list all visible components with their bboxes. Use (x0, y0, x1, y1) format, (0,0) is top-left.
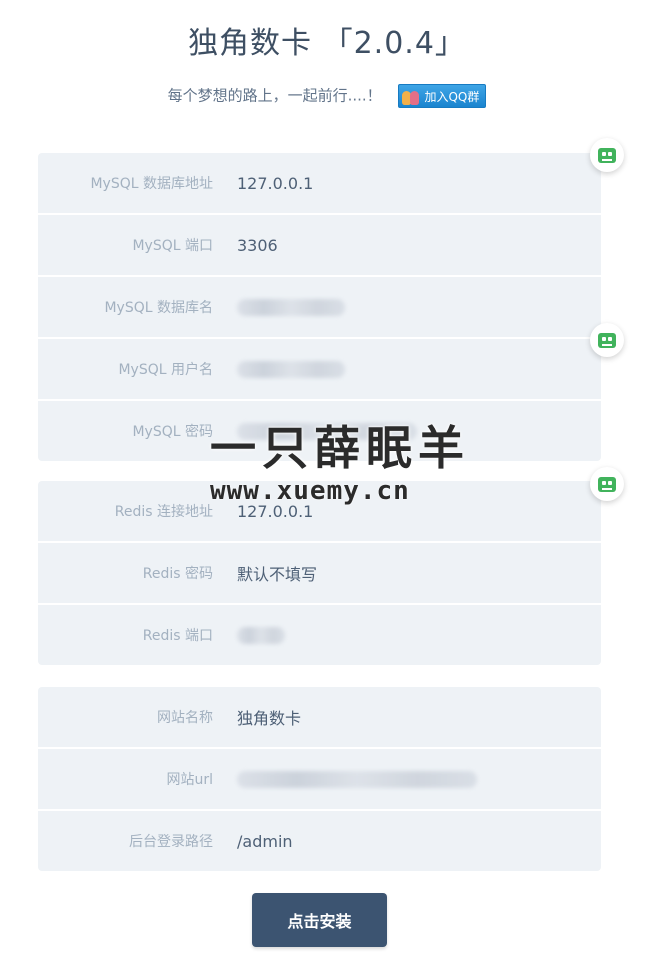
field-label: 网站url (166, 772, 213, 788)
join-qq-group-button[interactable]: 加入QQ群 (398, 84, 487, 108)
field-label: MySQL 密码 (132, 424, 213, 440)
field-label: MySQL 用户名 (118, 362, 213, 378)
mysql-port-input[interactable]: 3306 (237, 236, 278, 255)
redis-port-input[interactable] (237, 626, 285, 644)
robot-face-icon[interactable] (590, 467, 624, 501)
mysql-password-input[interactable] (237, 422, 417, 440)
form-row-site-name: 网站名称 独角数卡 (38, 687, 601, 749)
qq-group-icon (402, 88, 420, 105)
field-label: Redis 连接地址 (114, 504, 213, 520)
site-name-input[interactable]: 独角数卡 (237, 705, 301, 729)
form-row-site-url: 网站url (38, 749, 601, 811)
site-url-input[interactable] (237, 770, 477, 788)
field-label: MySQL 端口 (132, 238, 213, 254)
mysql-config-card: MySQL 数据库地址 127.0.0.1 MySQL 端口 3306 MySQ… (38, 153, 601, 461)
redis-host-input[interactable]: 127.0.0.1 (237, 502, 313, 521)
subtitle-text: 每个梦想的路上，一起前行....！ (167, 86, 382, 105)
page-title: 独角数卡 「2.0.4」 (188, 26, 466, 61)
qq-badge-label: 加入QQ群 (424, 89, 480, 104)
form-row-mysql-password: MySQL 密码 (38, 401, 601, 461)
form-row-redis-password: Redis 密码 默认不填写 (38, 543, 601, 605)
mysql-username-input[interactable] (237, 360, 345, 378)
mysql-database-input[interactable] (237, 298, 345, 316)
form-row-mysql-port: MySQL 端口 3306 (38, 215, 601, 277)
field-label: MySQL 数据库名 (104, 300, 213, 316)
field-label: MySQL 数据库地址 (90, 176, 213, 192)
field-label: 后台登录路径 (129, 834, 213, 850)
mysql-host-input[interactable]: 127.0.0.1 (237, 174, 313, 193)
form-row-redis-port: Redis 端口 (38, 605, 601, 665)
site-config-card: 网站名称 独角数卡 网站url 后台登录路径 /admin (38, 687, 601, 871)
form-row-mysql-user: MySQL 用户名 (38, 339, 601, 401)
robot-face-icon[interactable] (590, 138, 624, 172)
install-button[interactable]: 点击安装 (252, 893, 387, 947)
field-label: Redis 端口 (142, 628, 213, 644)
form-row-redis-host: Redis 连接地址 127.0.0.1 (38, 481, 601, 543)
redis-config-card: Redis 连接地址 127.0.0.1 Redis 密码 默认不填写 Redi… (38, 481, 601, 665)
form-row-mysql-database: MySQL 数据库名 (38, 277, 601, 339)
page-subtitle: 每个梦想的路上，一起前行....！ 加入QQ群 (0, 84, 654, 108)
form-row-mysql-host: MySQL 数据库地址 127.0.0.1 (38, 153, 601, 215)
form-row-admin-path: 后台登录路径 /admin (38, 811, 601, 871)
field-label: 网站名称 (157, 710, 213, 726)
field-label: Redis 密码 (142, 566, 213, 582)
redis-password-input[interactable]: 默认不填写 (237, 561, 317, 585)
robot-face-icon[interactable] (590, 323, 624, 357)
admin-path-input[interactable]: /admin (237, 832, 293, 851)
